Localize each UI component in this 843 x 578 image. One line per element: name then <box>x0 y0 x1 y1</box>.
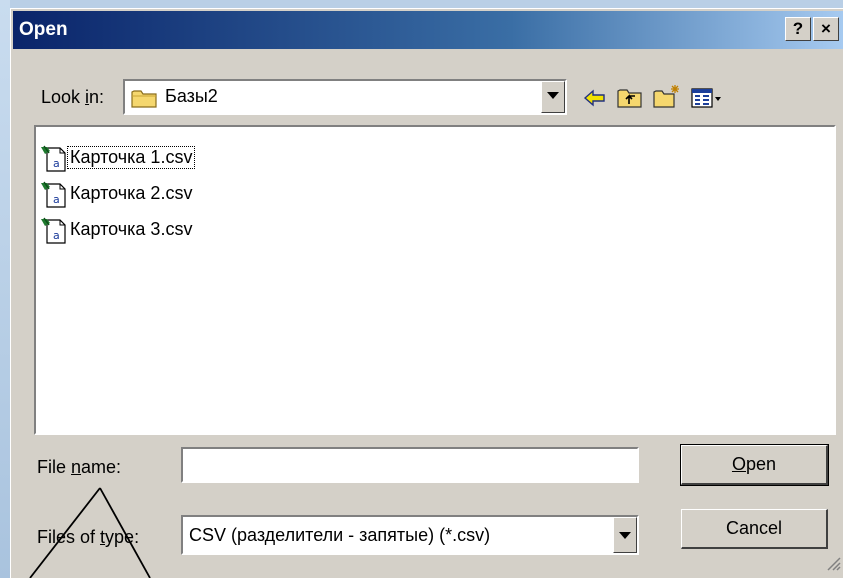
annotation-lines <box>29 487 151 578</box>
